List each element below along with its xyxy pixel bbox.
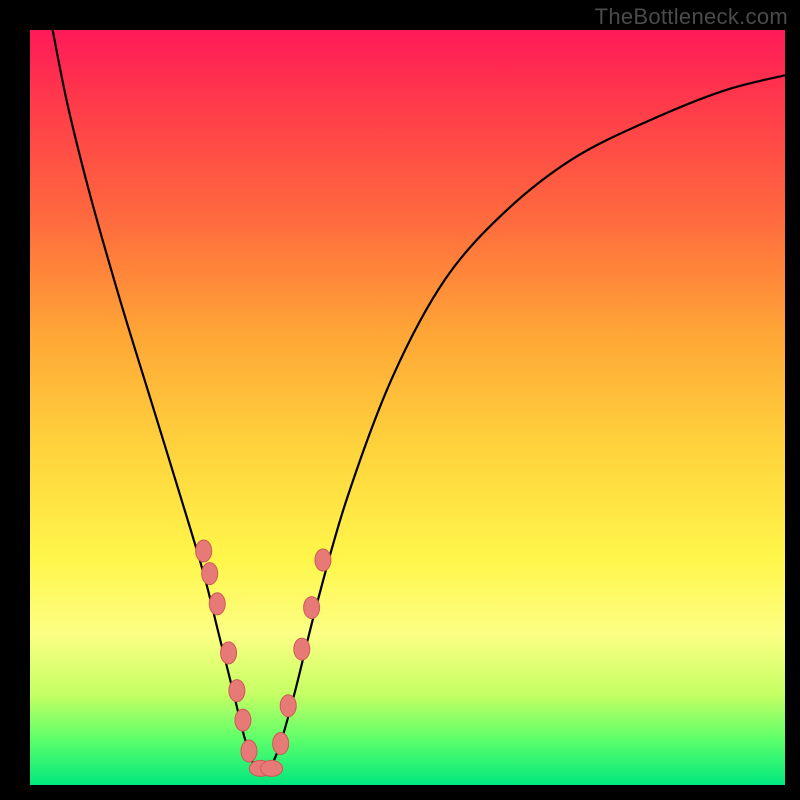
- marker-point: [235, 709, 251, 731]
- highlight-markers: [196, 540, 331, 776]
- marker-point: [229, 680, 245, 702]
- marker-point: [280, 695, 296, 717]
- marker-point: [273, 732, 289, 754]
- marker-point: [202, 563, 218, 585]
- curve-path: [53, 30, 785, 773]
- chart-svg: [30, 30, 785, 785]
- marker-point: [304, 597, 320, 619]
- watermark-text: TheBottleneck.com: [595, 4, 788, 30]
- chart-container: TheBottleneck.com: [0, 0, 800, 800]
- marker-point: [315, 549, 331, 571]
- marker-point: [241, 740, 257, 762]
- curve-path-group: [53, 30, 785, 773]
- marker-point: [196, 540, 212, 562]
- marker-point: [294, 638, 310, 660]
- marker-point: [209, 593, 225, 615]
- marker-point: [221, 642, 237, 664]
- plot-area: [30, 30, 785, 785]
- marker-point: [261, 760, 283, 776]
